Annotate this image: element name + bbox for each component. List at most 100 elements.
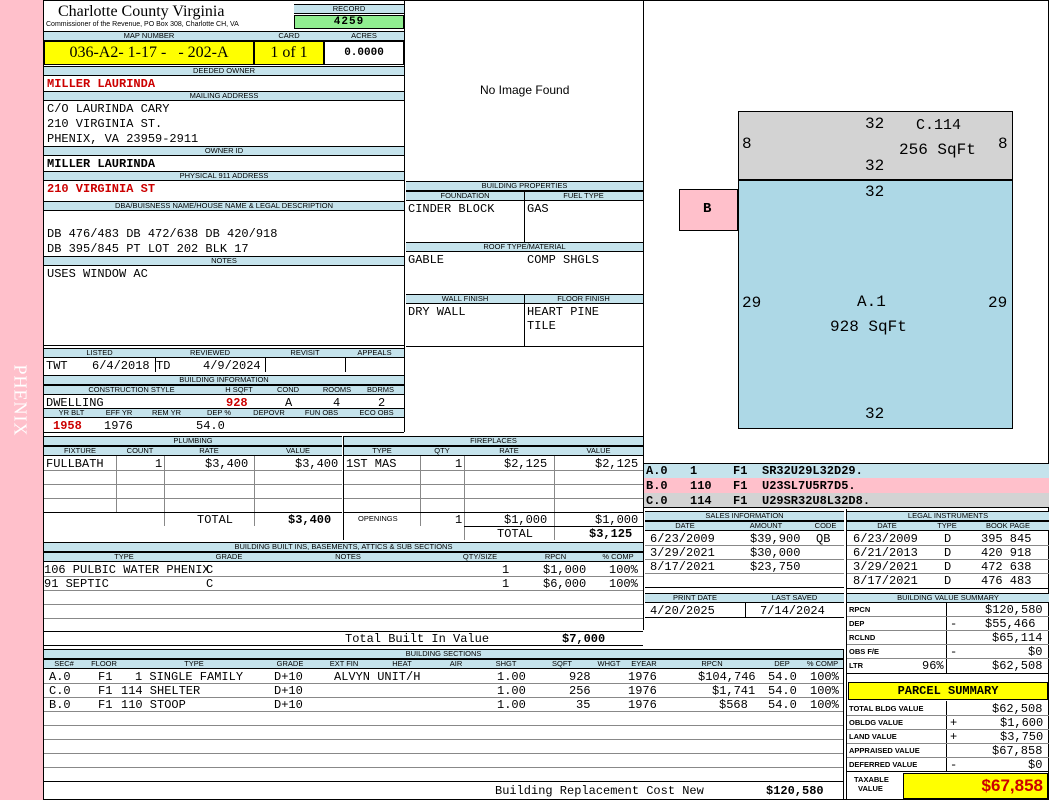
- fireplaces-title: FIREPLACES: [344, 436, 643, 446]
- acres-label: ACRES: [324, 31, 404, 41]
- vector-code: 114: [690, 494, 712, 508]
- section-rpcn: $568: [719, 698, 748, 712]
- section-dep: 54.0: [768, 698, 797, 712]
- divider: [524, 191, 525, 242]
- roof-type-value: GABLE: [408, 253, 445, 267]
- foundation-value: CINDER BLOCK: [408, 202, 495, 216]
- grid-line: [464, 456, 465, 540]
- openings-rate: $1,000: [504, 513, 548, 527]
- built-in-comp: 100%: [609, 563, 638, 577]
- grid-line: [44, 739, 843, 740]
- fireplace-col-qty: QTY: [420, 446, 464, 456]
- grid-line: [847, 729, 1049, 730]
- grid-line: [44, 484, 342, 485]
- summary-label: LTR: [849, 661, 864, 670]
- plumbing-col-fixture: FIXTURE: [44, 446, 116, 456]
- openings-label: OPENINGS: [358, 514, 398, 523]
- plumbing-title: PLUMBING: [44, 436, 342, 446]
- instrument-type: D: [944, 574, 952, 588]
- sale-code: QB: [816, 532, 831, 546]
- foundation-label: FOUNDATION: [406, 191, 524, 201]
- deeded-owner: MILLER LAURINDA: [47, 77, 156, 91]
- parcel-label: OBLDG VALUE: [849, 718, 904, 727]
- sale-date: 8/17/2021: [650, 560, 715, 574]
- grid-line: [847, 630, 1049, 631]
- divider: [847, 673, 1049, 674]
- replacement-cost-label: Building Replacement Cost New: [495, 784, 704, 798]
- vector-sec: A.0: [646, 464, 668, 478]
- sec-col-whgt: WHGT: [592, 659, 626, 669]
- parcel-value: $67,858: [992, 744, 1043, 758]
- dep-pct-label: DEP %: [194, 408, 244, 418]
- no-image-placeholder: No Image Found: [480, 83, 570, 97]
- built-in-rpcn: $1,000: [543, 563, 587, 577]
- section-rpcn: $104,746: [698, 670, 756, 684]
- sales-col-date: DATE: [645, 521, 725, 531]
- grid-line: [847, 658, 1049, 659]
- sec-col-sqft: SQFT: [532, 659, 592, 669]
- parcel-sign: +: [950, 730, 958, 744]
- summary-value: $120,580: [985, 603, 1043, 617]
- grid-line: [645, 573, 844, 574]
- divider: [345, 358, 346, 372]
- plumbing-total-label: TOTAL: [197, 513, 234, 527]
- h-sqft-label: H SQFT: [219, 385, 259, 395]
- legal-col-type: TYPE: [927, 521, 967, 531]
- fireplace-qty: 1: [455, 457, 463, 471]
- summary-sign: -: [950, 645, 958, 659]
- building-sections-title: BUILDING SECTIONS: [44, 649, 843, 659]
- acres-value: 0.0000: [324, 41, 404, 65]
- section-dep: 54.0: [768, 684, 797, 698]
- summary-label: OBS F/E: [849, 647, 880, 656]
- divider: [44, 631, 643, 632]
- sketch-c-top-dim: 32: [865, 115, 885, 133]
- replacement-cost: $120,580: [766, 784, 824, 798]
- fireplace-total-label: TOTAL: [497, 527, 534, 541]
- parcel-summary-title: PARCEL SUMMARY: [848, 682, 1048, 700]
- instrument-bookpage: 472 638: [981, 560, 1032, 574]
- lister: TWT: [46, 359, 68, 373]
- sales-col-amount: AMOUNT: [725, 521, 807, 531]
- mailing-line-1: C/O LAURINDA CARY: [47, 102, 170, 116]
- county-title: Charlotte County Virginia: [58, 3, 225, 20]
- section-comp: 100%: [810, 670, 839, 684]
- grid-line: [44, 618, 643, 619]
- vector-floor: F1: [733, 464, 748, 478]
- built-in-qty: 1: [502, 577, 510, 591]
- grid-line: [847, 545, 1049, 546]
- owner-id: MILLER LAURINDA: [47, 157, 156, 171]
- eff-yr-label: EFF YR: [99, 408, 139, 418]
- parcel-value: $3,750: [1000, 730, 1044, 744]
- instrument-type: D: [944, 532, 952, 546]
- cond-label: COND: [259, 385, 317, 395]
- built-ins-title: BUILDING BUILT INS, BASEMENTS, ATTICS & …: [44, 542, 643, 552]
- instrument-bookpage: 395 845: [981, 532, 1032, 546]
- mailing-line-2: 210 VIRGINIA ST.: [47, 117, 163, 131]
- grid-line: [344, 498, 643, 499]
- built-in-rpcn: $6,000: [543, 577, 587, 591]
- sec-col-air: AIR: [432, 659, 480, 669]
- deeded-owner-label: DEEDED OWNER: [44, 66, 404, 76]
- instrument-type: D: [944, 560, 952, 574]
- summary-sign: -: [950, 617, 958, 631]
- section-type: 110 STOOP: [121, 698, 186, 712]
- divider: [847, 771, 1049, 772]
- legal-instruments-title: LEGAL INSTRUMENTS: [847, 511, 1049, 521]
- vector-path: U29SR32U8L32D8.: [762, 494, 871, 508]
- grid-line: [116, 456, 117, 512]
- mailing-address-label: MAILING ADDRESS: [44, 91, 404, 101]
- divider: [843, 649, 844, 800]
- parcel-label: DEFERRED VALUE: [849, 760, 918, 769]
- fireplace-total: $3,125: [589, 527, 633, 541]
- rem-yr-label: REM YR: [139, 408, 194, 418]
- summary-value: $0: [1028, 645, 1043, 659]
- grid-line: [44, 470, 342, 471]
- section-type: 1 SINGLE FAMILY: [135, 670, 244, 684]
- section-sqft: 928: [569, 670, 591, 684]
- instrument-date: 3/29/2021: [853, 560, 918, 574]
- building-properties-title: BUILDING PROPERTIES: [406, 181, 643, 191]
- section-shgt: 1.00: [497, 684, 526, 698]
- owner-id-label: OWNER ID: [44, 146, 404, 156]
- section-grade: D+10: [274, 698, 303, 712]
- built-ins-col-rpcn: RPCN: [518, 552, 593, 562]
